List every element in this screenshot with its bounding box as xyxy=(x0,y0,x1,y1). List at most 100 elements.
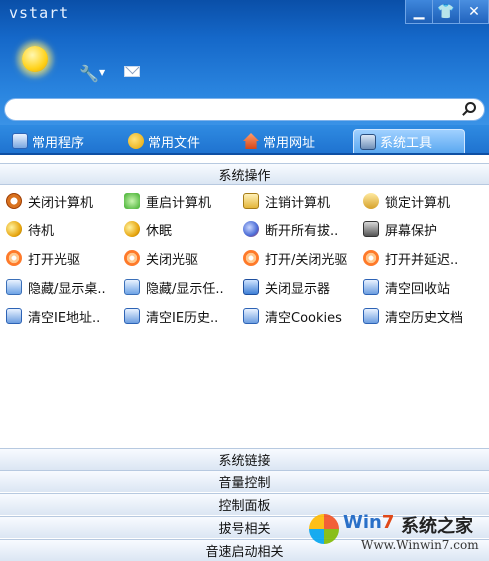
tab-label: 常用网址 xyxy=(263,135,316,151)
chevron-down-icon[interactable]: ▼ xyxy=(99,68,105,77)
home-icon xyxy=(243,133,259,149)
cdrom-toggle-icon xyxy=(243,250,259,266)
tool-label: 清空IE地址.. xyxy=(28,310,101,326)
tool-logoff[interactable]: 注销计算机 xyxy=(243,190,361,212)
tool-label: 休眠 xyxy=(146,223,173,239)
section-title: 音量控制 xyxy=(218,476,271,491)
app-title: vstart xyxy=(9,4,70,22)
tool-clear-ie-address[interactable]: 清空IE地址.. xyxy=(6,305,124,327)
tool-label: 打开/关闭光驱 xyxy=(265,252,348,268)
section-title: 系统操作 xyxy=(218,168,271,184)
tab-common-urls[interactable]: 常用网址 xyxy=(243,129,315,153)
tool-empty-recycle[interactable]: 清空回收站 xyxy=(363,276,481,298)
tool-desktop-toggle[interactable]: 隐藏/显示桌.. xyxy=(6,276,124,298)
tool-shutdown[interactable]: 关闭计算机 xyxy=(6,190,124,212)
search-box xyxy=(4,98,485,121)
search-input[interactable] xyxy=(17,101,451,120)
tool-label: 清空IE历史.. xyxy=(146,310,219,326)
tool-lock[interactable]: 锁定计算机 xyxy=(363,190,481,212)
tool-label: 注销计算机 xyxy=(265,195,331,211)
section-header-system-operations[interactable]: 系统操作 xyxy=(0,163,489,185)
tool-label: 清空Cookies xyxy=(265,310,342,326)
section-title: 拔号相关 xyxy=(218,522,271,537)
tool-clear-cookies[interactable]: 清空Cookies xyxy=(243,305,361,327)
cookies-icon xyxy=(243,308,259,324)
tab-system-tools[interactable]: 系统工具 xyxy=(353,129,465,153)
screensaver-icon xyxy=(363,221,379,237)
section-header-control-panel[interactable]: 控制面板 xyxy=(0,493,489,515)
tab-common-programs[interactable]: 常用程序 xyxy=(12,129,84,153)
tool-label: 关闭计算机 xyxy=(28,195,94,211)
tool-cdrom-open[interactable]: 打开光驱 xyxy=(6,247,124,269)
tool-label: 打开并延迟.. xyxy=(385,252,459,268)
content-panel: 系统操作 关闭计算机 重启计算机 注销计算机 锁定计算机 待机 休眠 断开所有拔… xyxy=(0,155,489,561)
disconnect-icon xyxy=(243,221,259,237)
weather-sun-icon[interactable] xyxy=(22,46,48,72)
tab-label: 常用程序 xyxy=(32,135,85,151)
recycle-icon xyxy=(363,279,379,295)
tool-label: 清空历史文档 xyxy=(385,310,464,326)
wrench-icon[interactable]: 🔧 xyxy=(79,64,99,83)
tool-cdrom-close[interactable]: 关闭光驱 xyxy=(124,247,242,269)
search-icon[interactable] xyxy=(465,102,476,113)
standby-icon xyxy=(6,221,22,237)
section-header-volume[interactable]: 音量控制 xyxy=(0,470,489,492)
apple-icon xyxy=(128,133,144,149)
tool-clear-history-docs[interactable]: 清空历史文档 xyxy=(363,305,481,327)
section-header-system-links[interactable]: 系统链接 xyxy=(0,448,489,470)
document-icon xyxy=(12,133,28,149)
cdrom-close-icon xyxy=(124,250,140,266)
tool-label: 清空回收站 xyxy=(385,281,451,297)
tool-label: 待机 xyxy=(28,223,55,239)
section-header-dialup[interactable]: 拔号相关 xyxy=(0,516,489,538)
monitor-icon xyxy=(243,279,259,295)
tool-label: 关闭显示器 xyxy=(265,281,331,297)
tool-label: 屏幕保护 xyxy=(385,223,438,239)
tab-label: 常用文件 xyxy=(148,135,201,151)
app-header: vstart ▁ 👕 ✕ 🔧 ▼ xyxy=(0,0,489,95)
tool-disconnect[interactable]: 断开所有拔.. xyxy=(243,218,361,240)
tool-label: 断开所有拔.. xyxy=(265,223,339,239)
tool-hibernate[interactable]: 休眠 xyxy=(124,218,242,240)
tools-icon xyxy=(360,133,376,150)
tab-label: 系统工具 xyxy=(380,136,433,151)
tool-label: 关闭光驱 xyxy=(146,252,199,268)
tool-monitor-off[interactable]: 关闭显示器 xyxy=(243,276,361,298)
window-controls: ▁ 👕 ✕ xyxy=(405,0,489,24)
tool-cdrom-delay[interactable]: 打开并延迟.. xyxy=(363,247,481,269)
tool-restart[interactable]: 重启计算机 xyxy=(124,190,242,212)
lock-icon xyxy=(363,193,379,209)
skin-icon[interactable]: 👕 xyxy=(432,0,460,24)
tool-screensaver[interactable]: 屏幕保护 xyxy=(363,218,481,240)
tab-bar: 常用程序 常用文件 常用网址 系统工具 xyxy=(0,125,489,155)
ie-address-icon xyxy=(6,308,22,324)
section-title: 控制面板 xyxy=(218,499,271,514)
close-icon[interactable]: ✕ xyxy=(459,0,489,24)
tool-standby[interactable]: 待机 xyxy=(6,218,124,240)
logoff-icon xyxy=(243,193,259,209)
search-bar xyxy=(0,95,489,125)
taskbar-toggle-icon xyxy=(124,279,140,295)
cdrom-delay-icon xyxy=(363,250,379,266)
restart-icon xyxy=(124,193,140,209)
tool-cdrom-toggle[interactable]: 打开/关闭光驱 xyxy=(243,247,361,269)
section-title: 系统链接 xyxy=(218,454,271,469)
ie-history-icon xyxy=(124,308,140,324)
tab-common-files[interactable]: 常用文件 xyxy=(128,129,200,153)
tool-label: 隐藏/显示任.. xyxy=(146,281,224,297)
cdrom-open-icon xyxy=(6,250,22,266)
minimize-icon[interactable]: ▁ xyxy=(405,0,433,24)
hibernate-icon xyxy=(124,221,140,237)
tool-label: 重启计算机 xyxy=(146,195,212,211)
tool-label: 隐藏/显示桌.. xyxy=(28,281,106,297)
mail-icon[interactable] xyxy=(124,66,140,77)
section-title: 音速启动相关 xyxy=(205,545,284,560)
tool-label: 打开光驱 xyxy=(28,252,81,268)
tool-clear-ie-history[interactable]: 清空IE历史.. xyxy=(124,305,242,327)
history-docs-icon xyxy=(363,308,379,324)
tool-taskbar-toggle[interactable]: 隐藏/显示任.. xyxy=(124,276,242,298)
section-header-quicklaunch[interactable]: 音速启动相关 xyxy=(0,539,489,561)
desktop-toggle-icon xyxy=(6,279,22,295)
tool-label: 锁定计算机 xyxy=(385,195,451,211)
power-icon xyxy=(6,193,22,209)
